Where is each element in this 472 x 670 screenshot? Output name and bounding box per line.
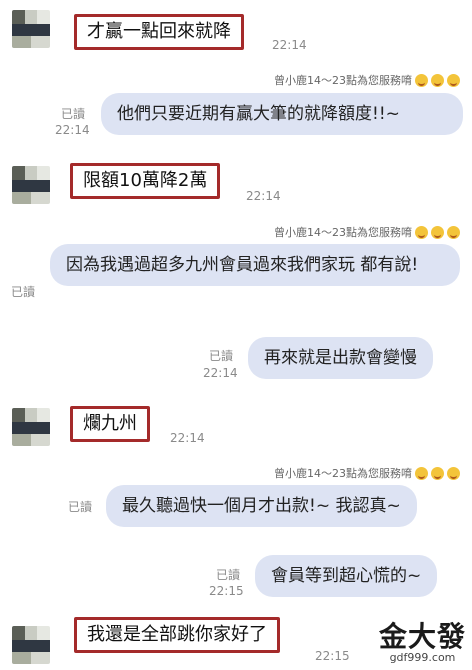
outgoing-message[interactable]: 最久聽過快一個月才出款!~ 我認真~	[106, 485, 417, 527]
message-time: 22:14	[246, 189, 281, 203]
smile-emoji-icon	[431, 466, 444, 480]
read-status: 已讀	[216, 568, 241, 582]
sender-name: 曾小鹿14～23點為您服務唷	[274, 224, 460, 240]
read-status: 已讀	[11, 285, 36, 299]
outgoing-message[interactable]: 他們只要近期有贏大筆的就降額度!!~	[101, 93, 463, 135]
message-time: 22:14	[272, 38, 307, 52]
incoming-message[interactable]: 我還是全部跳你家好了	[74, 617, 280, 653]
smile-emoji-icon	[447, 466, 460, 480]
incoming-message[interactable]: 限額10萬降2萬	[70, 163, 221, 199]
avatar[interactable]	[12, 10, 50, 48]
read-status: 已讀	[61, 107, 86, 121]
message-time: 22:15	[209, 584, 244, 598]
smile-emoji-icon	[415, 225, 428, 239]
outgoing-message[interactable]: 因為我遇過超多九州會員過來我們家玩 都有說!	[50, 244, 460, 286]
smile-emoji-icon	[415, 73, 428, 87]
smile-emoji-icon	[447, 73, 460, 87]
read-status: 已讀	[209, 349, 234, 363]
avatar[interactable]	[12, 408, 50, 446]
message-time: 22:14	[170, 431, 205, 445]
outgoing-message[interactable]: 會員等到超心慌的~	[255, 555, 438, 597]
read-status: 已讀	[68, 500, 93, 514]
sender-name: 曾小鹿14～23點為您服務唷	[274, 72, 460, 88]
message-time: 22:14	[203, 366, 238, 380]
avatar[interactable]	[12, 626, 50, 664]
smile-emoji-icon	[431, 225, 444, 239]
smile-emoji-icon	[431, 73, 444, 87]
watermark-url: gdf999.com	[389, 651, 456, 664]
watermark-logo: 金大發 gdf999.com	[379, 615, 466, 664]
smile-emoji-icon	[447, 225, 460, 239]
message-time: 22:15	[315, 649, 350, 663]
sender-name: 曾小鹿14～23點為您服務唷	[274, 465, 460, 481]
avatar[interactable]	[12, 166, 50, 204]
watermark-name: 金大發	[378, 620, 466, 653]
smile-emoji-icon	[415, 466, 428, 480]
incoming-message[interactable]: 才贏一點回來就降	[74, 14, 244, 50]
incoming-message[interactable]: 爛九州	[70, 406, 150, 442]
message-time: 22:14	[55, 123, 90, 137]
outgoing-message[interactable]: 再來就是出款會變慢	[248, 337, 433, 379]
